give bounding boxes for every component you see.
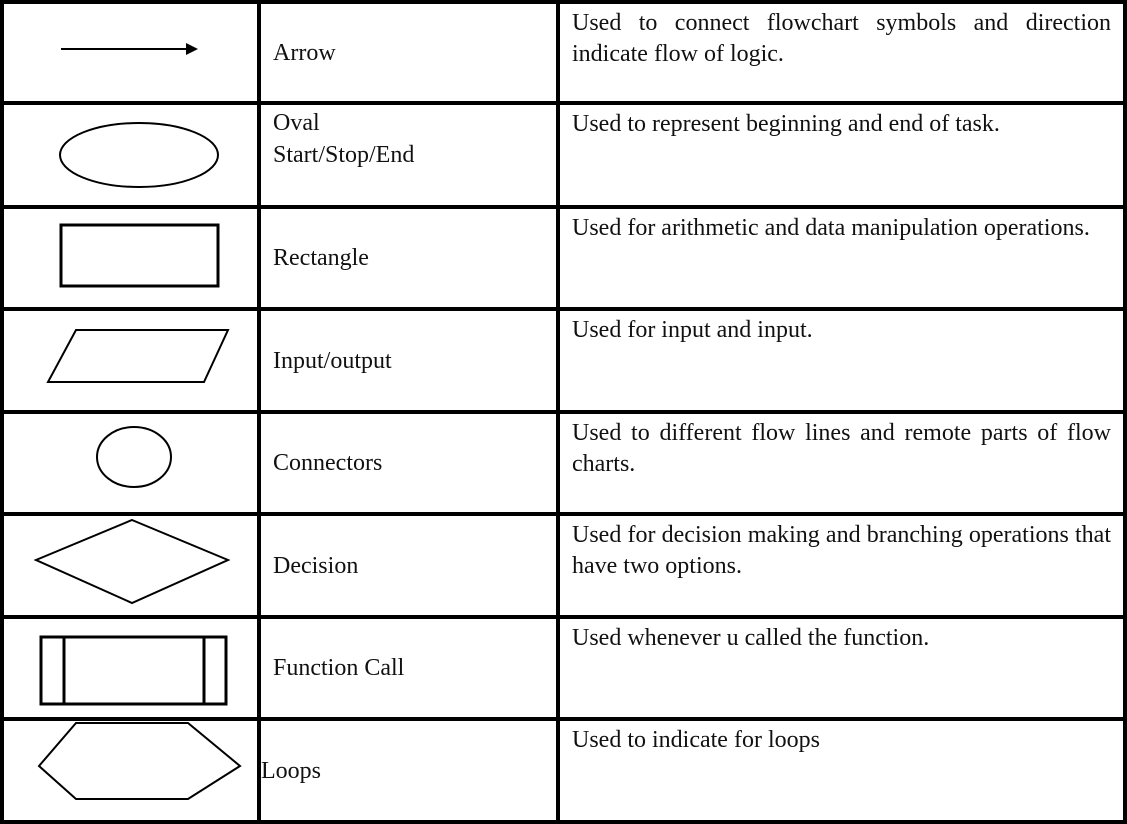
- hexagon-icon: [37, 722, 242, 800]
- symbol-description: Used for decision making and branching o…: [572, 522, 1111, 579]
- symbol-name-line: Function Call: [273, 655, 405, 681]
- rectangle-icon: [59, 223, 220, 288]
- symbol-cell: [4, 516, 257, 615]
- table-row: Rectangle Used for arithmetic and data m…: [0, 209, 1127, 307]
- function-call-icon: [39, 635, 228, 706]
- symbol-name-line: Arrow: [273, 39, 336, 66]
- symbol-name: Input/output: [261, 311, 556, 410]
- oval-icon: [59, 122, 219, 188]
- arrow-icon: [61, 43, 198, 55]
- symbol-description: Used to connect flowchart symbols and di…: [572, 10, 1111, 67]
- symbol-name: Decision: [261, 516, 556, 615]
- symbol-cell: [4, 311, 257, 410]
- symbol-description: Used to different flow lines and remote …: [572, 420, 1111, 477]
- symbol-description: Used for input and input.: [572, 317, 813, 343]
- table-row: Function Call Used whenever u called the…: [0, 619, 1127, 717]
- symbol-name: Arrow: [261, 4, 556, 101]
- table-border: [0, 0, 1127, 4]
- symbol-name: Rectangle: [261, 209, 556, 307]
- table-border: [0, 820, 1127, 824]
- row-divider: [0, 307, 1127, 311]
- symbol-cell: [4, 619, 257, 717]
- symbol-description: Used for arithmetic and data manipulatio…: [572, 215, 1090, 241]
- row-divider: [0, 205, 1127, 209]
- symbol-name: Function Call: [261, 619, 556, 717]
- symbol-description: Used to indicate for loops: [572, 727, 820, 753]
- table-row: Input/output Used for input and input.: [0, 311, 1127, 410]
- symbol-cell: [4, 721, 257, 820]
- row-divider: [0, 615, 1127, 619]
- flowchart-symbols-table: Arrow Used to connect flowchart symbols …: [0, 0, 1127, 824]
- symbol-name-line: Decision: [273, 552, 359, 579]
- row-divider: [0, 101, 1127, 105]
- symbol-name-line: Start/Stop/End: [273, 142, 415, 168]
- table-row: Arrow Used to connect flowchart symbols …: [0, 4, 1127, 101]
- table-row: Loops Used to indicate for loops: [0, 721, 1127, 820]
- symbol-name: Oval Start/Stop/End: [261, 105, 556, 205]
- symbol-cell: [4, 105, 257, 205]
- symbol-name-line: Oval: [273, 110, 320, 136]
- table-row: Oval Start/Stop/End Used to represent beg…: [0, 105, 1127, 205]
- symbol-name-line: Rectangle: [273, 245, 369, 271]
- table-row: Decision Used for decision making and br…: [0, 516, 1127, 615]
- symbol-name: Connectors: [261, 414, 556, 512]
- symbol-description: Used whenever u called the function.: [572, 625, 930, 651]
- symbol-cell: [4, 4, 257, 101]
- symbol-name-line: Loops: [261, 757, 321, 784]
- row-divider: [0, 410, 1127, 414]
- row-divider: [0, 512, 1127, 516]
- symbol-name-line: Input/output: [273, 347, 392, 374]
- symbol-name-line: Connectors: [273, 450, 383, 476]
- symbol-name: Loops: [261, 721, 556, 820]
- symbol-description: Used to represent beginning and end of t…: [572, 111, 1000, 137]
- table-row: Connectors Used to different flow lines …: [0, 414, 1127, 512]
- diamond-icon: [33, 518, 231, 605]
- symbol-cell: [4, 209, 257, 307]
- symbol-cell: [4, 414, 257, 512]
- parallelogram-icon: [46, 329, 230, 383]
- row-divider: [0, 717, 1127, 721]
- circle-icon: [96, 426, 172, 488]
